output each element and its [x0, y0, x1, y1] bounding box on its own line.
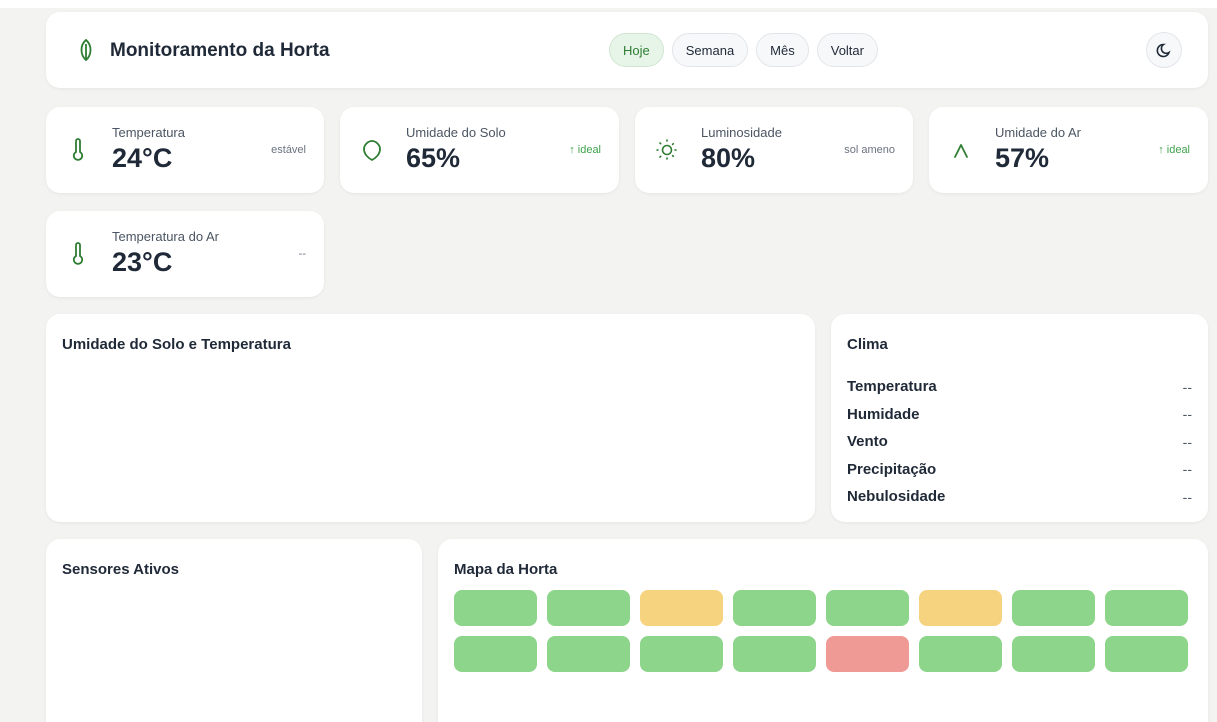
- garden-plot-warn[interactable]: [640, 590, 723, 626]
- garden-map-grid: [454, 590, 1188, 672]
- metric-status: estável: [271, 144, 306, 156]
- garden-plot-ok[interactable]: [1105, 590, 1188, 626]
- metric-status: --: [298, 248, 306, 260]
- weather-label: Precipitação: [847, 460, 937, 478]
- leaf-icon: [78, 38, 94, 62]
- metric-value: 57%: [995, 143, 1050, 173]
- weather-panel: Clima Temperatura -- Humidade -- Vento -…: [831, 314, 1208, 522]
- garden-plot-ok[interactable]: [454, 590, 537, 626]
- garden-plot-ok[interactable]: [547, 590, 630, 626]
- top-strip: [0, 0, 1217, 8]
- weather-row-wind: Vento --: [847, 428, 1192, 456]
- metric-card-air-temperature: Temperatura do Ar 23°C --: [46, 211, 324, 297]
- weather-value: --: [1182, 406, 1192, 423]
- metric-card-luminosity: Luminosidade 80% sol ameno: [635, 107, 913, 193]
- metric-value: 24°C: [112, 143, 173, 173]
- weather-label: Vento: [847, 433, 888, 451]
- garden-plot-alert[interactable]: [826, 636, 909, 672]
- metric-value: 80%: [701, 143, 756, 173]
- metric-value: 65%: [406, 143, 461, 173]
- nav-month-button[interactable]: Mês: [756, 33, 809, 67]
- panel-title: Clima: [847, 336, 888, 353]
- nav-week-button[interactable]: Semana: [671, 33, 749, 67]
- weather-value: --: [1182, 378, 1192, 395]
- weather-list: Temperatura -- Humidade -- Vento -- Prec…: [847, 373, 1192, 511]
- metric-card-soil-moisture: Umidade do Solo 65% ↑ ideal: [340, 107, 619, 193]
- metric-label: Luminosidade: [701, 125, 782, 140]
- garden-plot-ok[interactable]: [919, 636, 1002, 672]
- weather-row-temperature: Temperatura --: [847, 373, 1192, 401]
- weather-row-precipitation: Precipitação --: [847, 456, 1192, 484]
- garden-plot-ok[interactable]: [1012, 636, 1095, 672]
- garden-plot-ok[interactable]: [733, 590, 816, 626]
- garden-map-panel: Mapa da Horta: [438, 539, 1208, 722]
- nav-today-button[interactable]: Hoje: [609, 33, 664, 67]
- weather-label: Humidade: [847, 405, 920, 423]
- weather-value: --: [1182, 461, 1192, 478]
- period-nav: Hoje Semana Mês Voltar: [609, 33, 878, 67]
- garden-plot-ok[interactable]: [733, 636, 816, 672]
- moon-icon: [1156, 42, 1172, 58]
- garden-plot-ok[interactable]: [547, 636, 630, 672]
- weather-label: Temperatura: [847, 378, 937, 396]
- droplet-icon: [360, 137, 384, 163]
- garden-plot-ok[interactable]: [826, 590, 909, 626]
- weather-row-cloudiness: Nebulosidade --: [847, 483, 1192, 511]
- wind-icon: [949, 137, 973, 163]
- metric-label: Umidade do Solo: [406, 125, 506, 140]
- garden-plot-warn[interactable]: [919, 590, 1002, 626]
- metric-card-temperature: Temperatura 24°C estável: [46, 107, 324, 193]
- metric-label: Temperatura do Ar: [112, 229, 219, 244]
- weather-row-humidity: Humidade --: [847, 401, 1192, 429]
- metric-status: ↑ ideal: [1158, 144, 1190, 156]
- thermometer-icon: [66, 137, 90, 163]
- weather-value: --: [1182, 433, 1192, 450]
- metric-status: ↑ ideal: [569, 144, 601, 156]
- sun-icon: [655, 137, 679, 163]
- metric-card-air-humidity: Umidade do Ar 57% ↑ ideal: [929, 107, 1208, 193]
- thermometer-icon: [66, 241, 90, 267]
- active-sensors-panel: Sensores Ativos: [46, 539, 422, 722]
- soil-temperature-chart-panel: Umidade do Solo e Temperatura: [46, 314, 815, 522]
- weather-value: --: [1182, 488, 1192, 505]
- panel-title: Umidade do Solo e Temperatura: [62, 336, 291, 353]
- metric-value: 23°C: [112, 247, 173, 277]
- back-button[interactable]: Voltar: [816, 33, 878, 67]
- garden-plot-ok[interactable]: [1012, 590, 1095, 626]
- app-header: Monitoramento da Horta Hoje Semana Mês V…: [46, 12, 1208, 88]
- weather-label: Nebulosidade: [847, 488, 946, 506]
- theme-toggle-button[interactable]: [1146, 32, 1182, 68]
- garden-plot-ok[interactable]: [1105, 636, 1188, 672]
- garden-plot-ok[interactable]: [454, 636, 537, 672]
- metric-status: sol ameno: [844, 144, 895, 156]
- panel-title: Mapa da Horta: [454, 561, 558, 578]
- metric-label: Umidade do Ar: [995, 125, 1081, 140]
- garden-plot-ok[interactable]: [640, 636, 723, 672]
- metric-label: Temperatura: [112, 125, 185, 140]
- panel-title: Sensores Ativos: [62, 561, 179, 578]
- page-title: Monitoramento da Horta: [110, 40, 330, 61]
